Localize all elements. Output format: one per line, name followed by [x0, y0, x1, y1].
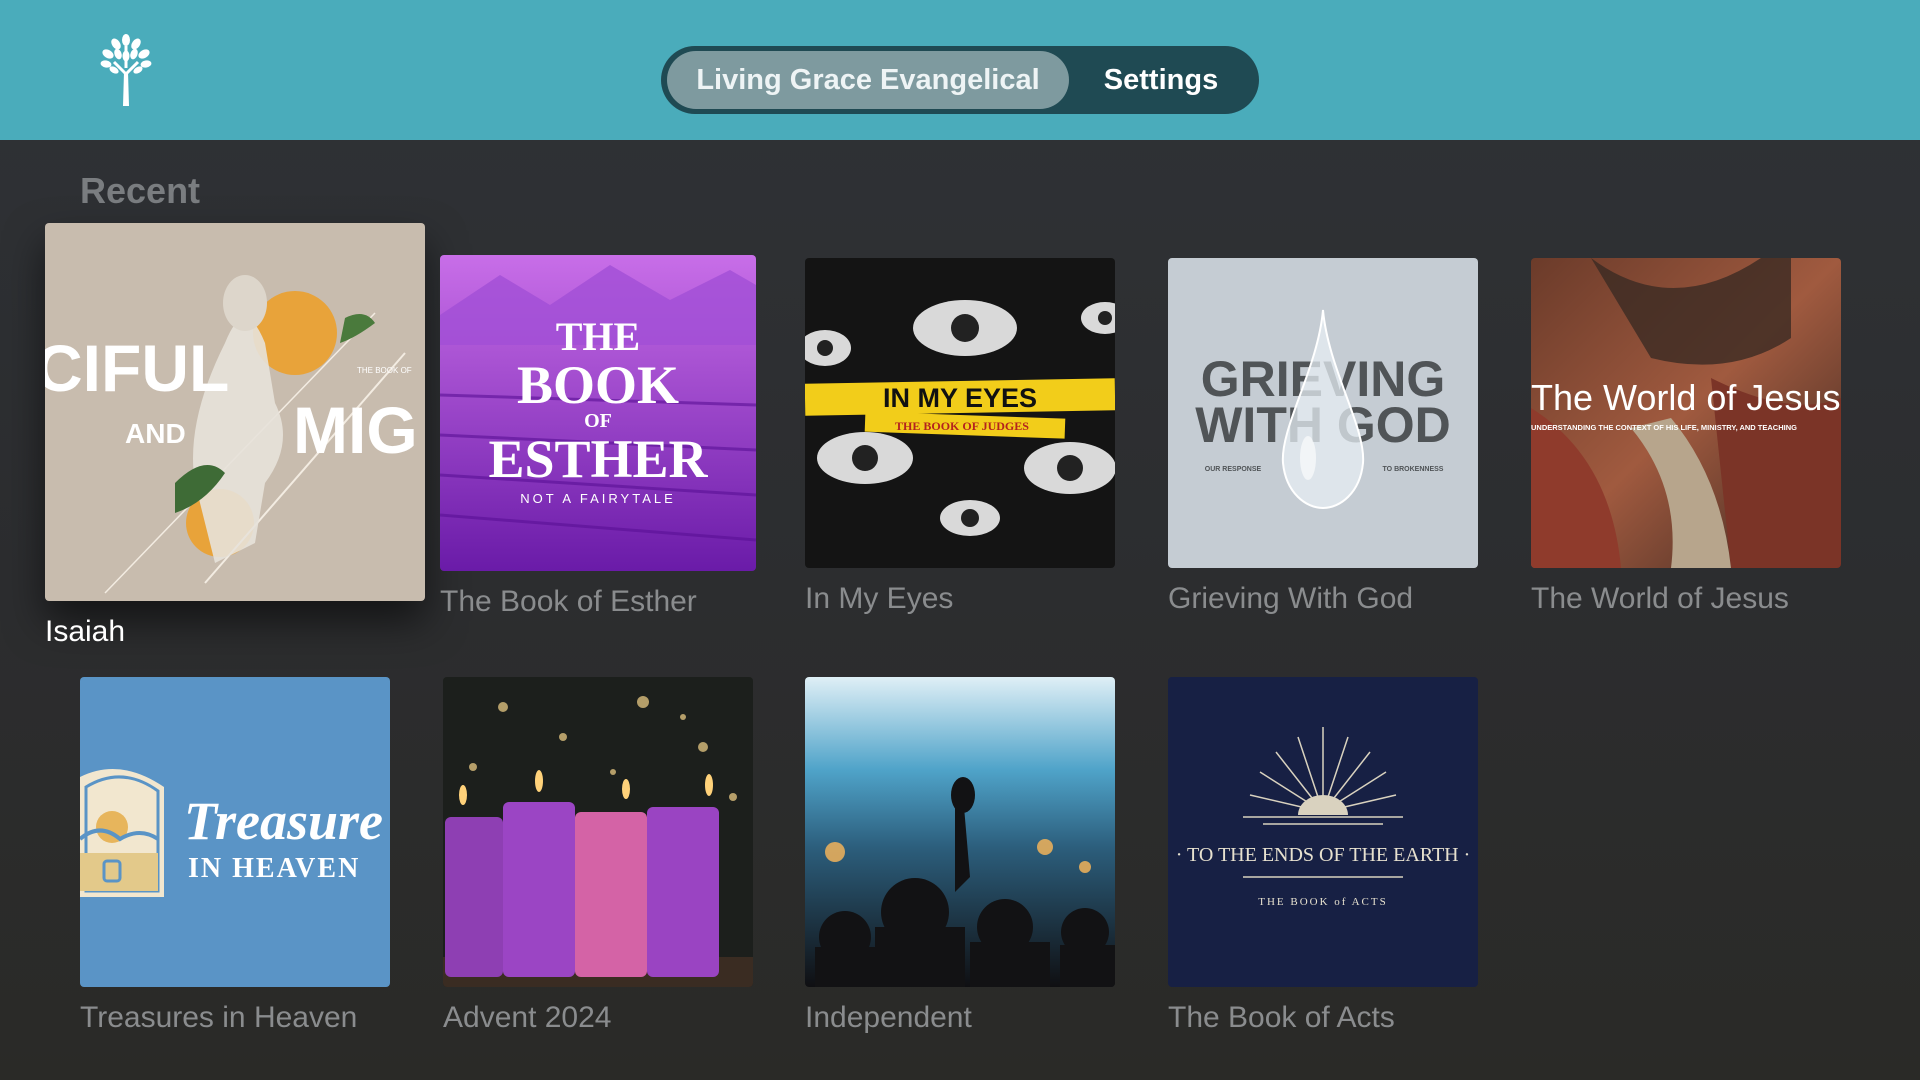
artwork-advent — [443, 677, 753, 987]
art-text-in-my-eyes: IN MY EYES — [883, 383, 1037, 413]
card-the-book-of-esther[interactable]: THE BOOK OF ESTHER NOT A FAIRYTALE The B… — [440, 255, 756, 625]
card-independent[interactable]: Independent — [805, 677, 1115, 1042]
tab-living-grace-evangelical[interactable]: Living Grace Evangelical — [667, 51, 1069, 109]
card-the-world-of-jesus[interactable]: The World of Jesus UNDERSTANDING THE CON… — [1531, 258, 1841, 623]
art-text-in-heaven: IN HEAVEN — [188, 853, 360, 884]
art-text-book: BOOK — [517, 355, 679, 415]
card-the-book-of-acts[interactable]: · TO THE ENDS OF THE EARTH · THE BOOK of… — [1168, 677, 1478, 1042]
art-text-mig: MIG — [293, 393, 418, 467]
art-text-subtitle: UNDERSTANDING THE CONTEXT OF HIS LIFE, M… — [1531, 423, 1797, 432]
art-text-judges: THE BOOK OF JUDGES — [895, 419, 1029, 433]
card-title: The Book of Esther — [440, 585, 697, 618]
section-title-recent: Recent — [80, 170, 201, 211]
card-treasures-in-heaven[interactable]: Treasure IN HEAVEN Treasures in Heaven — [80, 677, 390, 1042]
art-text-ends-of-earth: · TO THE ENDS OF THE EARTH · — [1176, 844, 1471, 866]
artwork-in-my-eyes: IN MY EYES THE BOOK OF JUDGES — [805, 258, 1115, 568]
artwork-independent — [805, 677, 1115, 987]
artwork-isaiah: CIFUL AND MIG THE BOOK OF — [45, 223, 425, 601]
card-advent-2024[interactable]: Advent 2024 — [443, 677, 753, 1042]
art-text-the: THE — [556, 314, 640, 359]
art-text-ciful: CIFUL — [45, 331, 229, 405]
artwork-acts: · TO THE ENDS OF THE EARTH · THE BOOK of… — [1168, 677, 1478, 987]
art-text-and: AND — [125, 418, 186, 449]
card-title: The Book of Acts — [1168, 1001, 1395, 1034]
art-text-world-of-jesus: The World of Jesus — [1531, 377, 1840, 418]
art-text-to-brokenness: TO BROKENNESS — [1383, 466, 1444, 473]
top-bar: Living Grace Evangelical Settings — [0, 0, 1920, 140]
art-text-treasure: Treasure — [184, 791, 383, 851]
artwork-world-of-jesus: The World of Jesus UNDERSTANDING THE CON… — [1531, 258, 1841, 568]
art-text-book-of-acts: THE BOOK of ACTS — [1258, 896, 1387, 908]
art-text-book-of: THE BOOK OF — [357, 366, 412, 375]
card-in-my-eyes[interactable]: IN MY EYES THE BOOK OF JUDGES In My Eyes — [805, 258, 1115, 623]
tree-icon — [98, 32, 154, 108]
segmented-control: Living Grace Evangelical Settings — [661, 46, 1259, 114]
artwork-treasure: Treasure IN HEAVEN — [80, 677, 390, 987]
card-title: The World of Jesus — [1531, 582, 1789, 615]
artwork-esther: THE BOOK OF ESTHER NOT A FAIRYTALE — [440, 255, 756, 571]
card-title: Grieving With God — [1168, 582, 1414, 615]
card-title: Independent — [805, 1001, 972, 1034]
art-text-esther: ESTHER — [488, 429, 708, 489]
card-title: Advent 2024 — [443, 1001, 612, 1034]
artwork-grieving: GRIEVING WITH GOD OUR RESPONSE TO BROKEN… — [1168, 258, 1478, 568]
card-isaiah[interactable]: CIFUL AND MIG THE BOOK OF Isaiah — [45, 223, 425, 663]
card-title: Treasures in Heaven — [80, 1001, 358, 1034]
art-text-our-response: OUR RESPONSE — [1205, 466, 1262, 473]
card-title: Isaiah — [45, 615, 126, 648]
card-grieving-with-god[interactable]: GRIEVING WITH GOD OUR RESPONSE TO BROKEN… — [1168, 258, 1478, 623]
card-title: In My Eyes — [805, 582, 954, 615]
art-text-tagline: NOT A FAIRYTALE — [520, 491, 676, 506]
tab-settings[interactable]: Settings — [1069, 51, 1253, 109]
